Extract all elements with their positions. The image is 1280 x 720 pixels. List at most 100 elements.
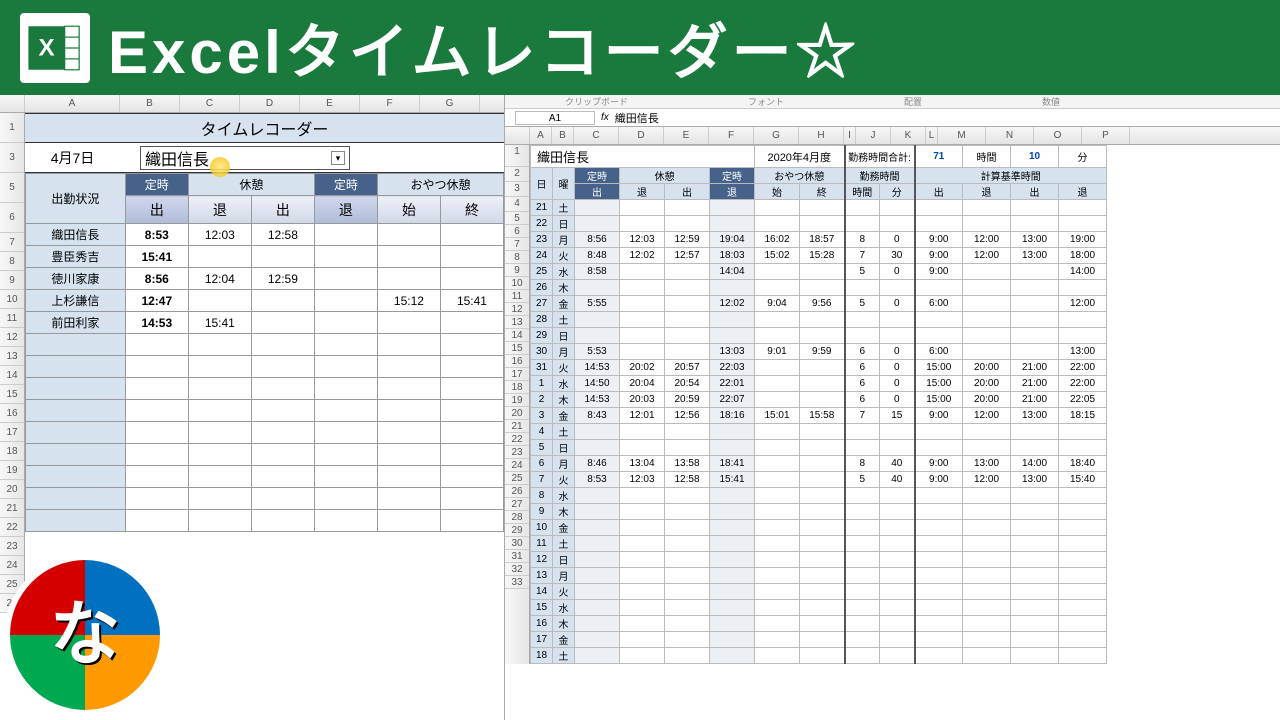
col-F[interactable]: F bbox=[360, 95, 420, 112]
timecard-row[interactable]: 7火 8:5312:0312:58 15:41 540 9:0012:0013:… bbox=[531, 472, 1107, 488]
name-box[interactable]: A1 bbox=[515, 111, 595, 125]
timecard-row[interactable]: 2木 14:5320:0320:59 22:07 60 15:0020:0021… bbox=[531, 392, 1107, 408]
row-head[interactable]: 26 bbox=[505, 485, 529, 498]
row-head[interactable]: 13 bbox=[0, 347, 24, 366]
timecard-row[interactable]: 16木 bbox=[531, 616, 1107, 632]
row-head[interactable]: 15 bbox=[505, 342, 529, 355]
row-head[interactable]: 12 bbox=[505, 303, 529, 316]
timecard-row[interactable]: 18土 bbox=[531, 648, 1107, 664]
clock-in-button[interactable]: 出 bbox=[125, 196, 188, 224]
col-G[interactable]: G bbox=[420, 95, 480, 112]
timecard-row[interactable]: 29日 bbox=[531, 328, 1107, 344]
row-head[interactable]: 16 bbox=[505, 355, 529, 368]
timecard-row[interactable]: 23月 8:5612:0312:59 19:0416:0218:57 80 9:… bbox=[531, 232, 1107, 248]
timecard-row[interactable]: 28土 bbox=[531, 312, 1107, 328]
row-head[interactable]: 18 bbox=[505, 381, 529, 394]
row-head[interactable]: 23 bbox=[0, 537, 24, 556]
row-head[interactable]: 7 bbox=[0, 233, 24, 252]
formula-bar[interactable]: A1 fx 織田信長 bbox=[505, 109, 1280, 127]
row-head[interactable]: 25 bbox=[505, 472, 529, 485]
col-C[interactable]: C bbox=[574, 127, 619, 144]
timecard-row[interactable]: 15水 bbox=[531, 600, 1107, 616]
row-head[interactable]: 1 bbox=[0, 113, 24, 143]
row-head[interactable]: 10 bbox=[505, 277, 529, 290]
timecard-row[interactable]: 11土 bbox=[531, 536, 1107, 552]
row-head[interactable]: 20 bbox=[0, 480, 24, 499]
row-head[interactable]: 11 bbox=[0, 309, 24, 328]
col-A[interactable]: A bbox=[25, 95, 120, 112]
row-head[interactable]: 5 bbox=[0, 173, 24, 203]
row-head[interactable]: 11 bbox=[505, 290, 529, 303]
row-head[interactable]: 17 bbox=[0, 423, 24, 442]
row-head[interactable]: 21 bbox=[505, 420, 529, 433]
table-row[interactable]: 前田利家14:5315:41 bbox=[26, 312, 504, 334]
row-head[interactable]: 4 bbox=[505, 197, 529, 212]
row-head[interactable]: 8 bbox=[505, 251, 529, 264]
table-row[interactable] bbox=[26, 400, 504, 422]
row-head[interactable]: 16 bbox=[0, 404, 24, 423]
row-head[interactable]: 23 bbox=[505, 446, 529, 459]
table-row[interactable]: 徳川家康8:5612:0412:59 bbox=[26, 268, 504, 290]
table-row[interactable] bbox=[26, 378, 504, 400]
col-I[interactable]: I bbox=[844, 127, 856, 144]
timecard-row[interactable]: 22日 bbox=[531, 216, 1107, 232]
timecard-row[interactable]: 6月 8:4613:0413:58 18:41 840 9:0013:0014:… bbox=[531, 456, 1107, 472]
table-row[interactable]: 織田信長8:5312:0312:58 bbox=[26, 224, 504, 246]
row-head[interactable]: 22 bbox=[505, 433, 529, 446]
row-head[interactable]: 20 bbox=[505, 407, 529, 420]
timecard-row[interactable]: 25水 8:58 14:04 50 9:0014:00 bbox=[531, 264, 1107, 280]
table-row[interactable] bbox=[26, 444, 504, 466]
snack-start-button[interactable]: 始 bbox=[377, 196, 440, 224]
col-F[interactable]: F bbox=[709, 127, 754, 144]
col-B[interactable]: B bbox=[552, 127, 574, 144]
row-head[interactable]: 13 bbox=[505, 316, 529, 329]
timecard-row[interactable]: 8水 bbox=[531, 488, 1107, 504]
col-C[interactable]: C bbox=[180, 95, 240, 112]
timecard-row[interactable]: 31火 14:5320:0220:57 22:03 60 15:0020:002… bbox=[531, 360, 1107, 376]
row-head[interactable]: 19 bbox=[505, 394, 529, 407]
row-head[interactable]: 24 bbox=[505, 459, 529, 472]
col-N[interactable]: N bbox=[986, 127, 1034, 144]
row-head[interactable]: 3 bbox=[505, 182, 529, 197]
timecard-row[interactable]: 4土 bbox=[531, 424, 1107, 440]
timecard-row[interactable]: 21土 bbox=[531, 200, 1107, 216]
timecard-row[interactable]: 5日 bbox=[531, 440, 1107, 456]
attendance-table[interactable]: 出勤状況 定時 休憩 定時 おやつ休憩 出 退 出 退 始 終 織田信長8 bbox=[25, 173, 504, 532]
col-E[interactable]: E bbox=[664, 127, 709, 144]
row-head[interactable]: 32 bbox=[505, 563, 529, 576]
row-head[interactable]: 14 bbox=[505, 329, 529, 342]
row-head[interactable]: 6 bbox=[0, 203, 24, 233]
row-head[interactable]: 31 bbox=[505, 550, 529, 563]
formula-value[interactable]: 織田信長 bbox=[615, 110, 659, 126]
table-row[interactable] bbox=[26, 466, 504, 488]
col-G[interactable]: G bbox=[754, 127, 799, 144]
row-head[interactable]: 6 bbox=[505, 225, 529, 238]
row-head[interactable]: 12 bbox=[0, 328, 24, 347]
snack-end-button[interactable]: 終 bbox=[440, 196, 503, 224]
timecard-row[interactable]: 26木 bbox=[531, 280, 1107, 296]
row-head[interactable]: 7 bbox=[505, 238, 529, 251]
row-head[interactable]: 5 bbox=[505, 212, 529, 225]
timecard-row[interactable]: 30月 5:53 13:039:019:59 60 6:0013:00 bbox=[531, 344, 1107, 360]
timecard-row[interactable]: 12日 bbox=[531, 552, 1107, 568]
col-D[interactable]: D bbox=[240, 95, 300, 112]
row-head[interactable]: 10 bbox=[0, 290, 24, 309]
table-row[interactable] bbox=[26, 422, 504, 444]
timecard-row[interactable]: 17金 bbox=[531, 632, 1107, 648]
timecard-row[interactable]: 3金 8:4312:0112:56 18:1615:0115:58 715 9:… bbox=[531, 408, 1107, 424]
col-B[interactable]: B bbox=[120, 95, 180, 112]
row-head[interactable]: 18 bbox=[0, 442, 24, 461]
row-head[interactable]: 29 bbox=[505, 524, 529, 537]
col-E[interactable]: E bbox=[300, 95, 360, 112]
row-head[interactable]: 19 bbox=[0, 461, 24, 480]
name-dropdown[interactable]: 織田信長 ▾ bbox=[140, 146, 350, 170]
timecard-row[interactable]: 24火 8:4812:0212:57 18:0315:0215:28 730 9… bbox=[531, 248, 1107, 264]
timecard-table[interactable]: 織田信長 2020年4月度 勤務時間合計: 71 時間 10 分 日 曜 定時 … bbox=[530, 145, 1107, 664]
col-H[interactable]: H bbox=[799, 127, 844, 144]
timecard-row[interactable]: 10金 bbox=[531, 520, 1107, 536]
row-head[interactable]: 27 bbox=[505, 498, 529, 511]
fx-icon[interactable]: fx bbox=[601, 112, 609, 123]
col-L[interactable]: L bbox=[926, 127, 938, 144]
table-row[interactable]: 豊臣秀吉15:41 bbox=[26, 246, 504, 268]
date-cell[interactable]: 4月7日 bbox=[25, 148, 120, 168]
